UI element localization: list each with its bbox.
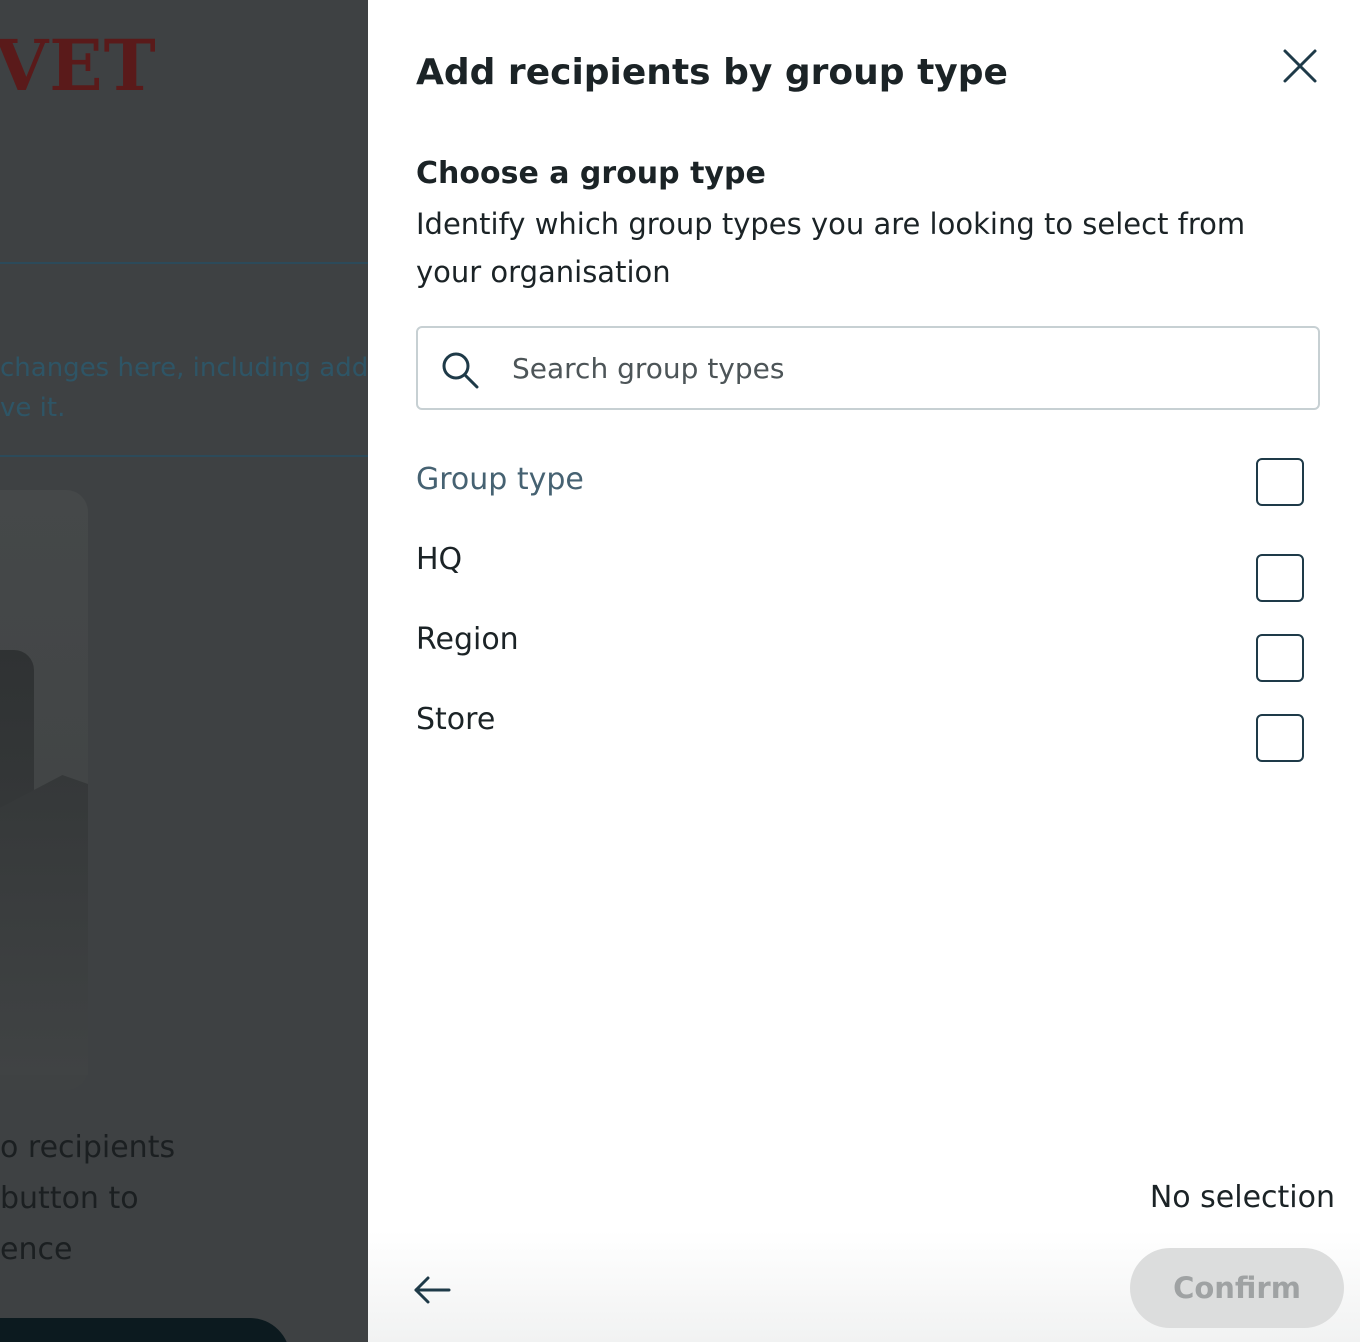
checkbox-store[interactable] (1256, 714, 1304, 762)
background-body-text: o recipients button to ence (0, 1122, 175, 1275)
group-type-label-hq: HQ (416, 542, 463, 577)
section-title: Choose a group type (416, 156, 766, 191)
background-body-line: o recipients (0, 1130, 176, 1165)
selection-status: No selection (1149, 1180, 1335, 1215)
drawer-footer: Confirm (368, 1230, 1360, 1342)
back-button[interactable] (412, 1270, 452, 1310)
close-icon (1283, 49, 1317, 83)
search-input[interactable] (512, 328, 1302, 408)
checkbox-region[interactable] (1256, 634, 1304, 682)
background-notice-line: ve it. (0, 393, 66, 423)
add-recipients-drawer: Add recipients by group type Choose a gr… (368, 0, 1360, 1342)
select-all-checkbox[interactable] (1256, 458, 1304, 506)
illustration-shape (0, 775, 88, 1075)
confirm-button[interactable]: Confirm (1130, 1248, 1344, 1328)
background-body-line: button to (0, 1181, 139, 1216)
background-body-line: ence (0, 1232, 73, 1267)
group-type-label-region: Region (416, 622, 519, 657)
checkbox-hq[interactable] (1256, 554, 1304, 602)
search-icon (442, 352, 479, 389)
background-page: VET changes here, including addi ve it. … (0, 0, 368, 1342)
group-type-label-store: Store (416, 702, 496, 737)
drawer-title: Add recipients by group type (416, 52, 1008, 93)
background-notice-line: changes here, including addi (0, 353, 368, 383)
brand-logo: VET (0, 24, 157, 107)
arrow-left-icon (414, 1276, 451, 1304)
group-type-header: Group type (416, 462, 584, 497)
section-description: Identify which group types you are looki… (416, 207, 1246, 289)
background-action-button (0, 1318, 290, 1342)
divider (0, 455, 368, 457)
close-button[interactable] (1280, 46, 1320, 86)
background-notice: changes here, including addi ve it. (0, 348, 368, 428)
search-field[interactable] (416, 326, 1320, 410)
divider (0, 262, 368, 264)
